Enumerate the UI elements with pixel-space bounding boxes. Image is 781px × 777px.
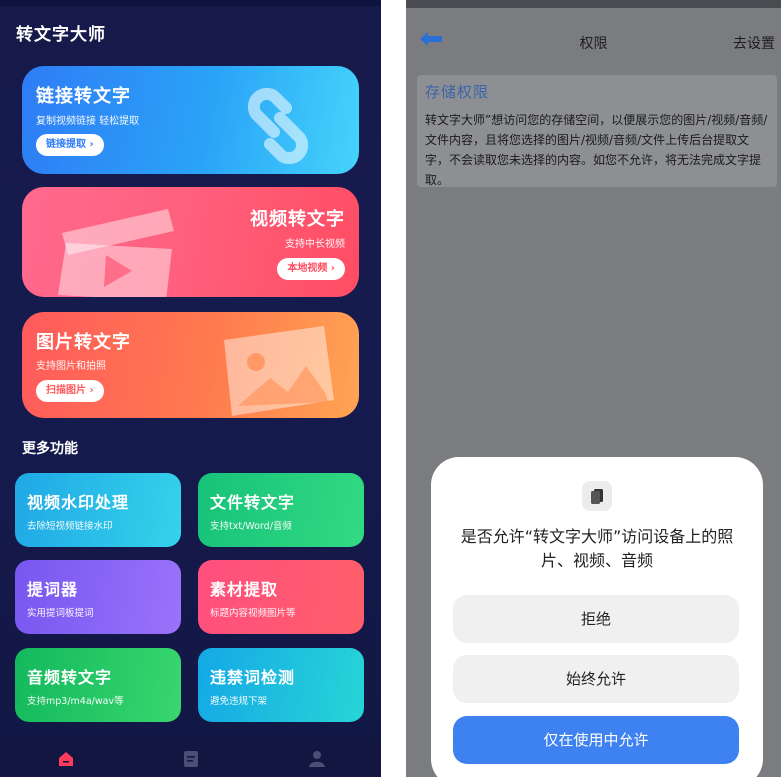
tile-teleprompter[interactable]: 提词器 实用提词板提词 [15,560,181,634]
screen: 转文字大师 链接转文字 复制视频链接 轻松提取 链接提取 › 视频转文字 支持中… [0,0,781,777]
scan-image-button[interactable]: 扫描图片 › [36,380,104,402]
tile-audio-to-text[interactable]: 音频转文字 支持mp3/m4a/wav等 [15,648,181,722]
tile-title: 素材提取 [210,580,279,599]
permission-screen: 权限 去设置 存储权限 转文字大师”想访问您的存储空间，以便展示您的图片/视频/… [406,0,781,777]
clapperboard-icon [58,209,174,297]
link-icon [247,87,309,165]
deny-button[interactable]: 拒绝 [453,595,739,643]
app-title: 转文字大师 [16,25,106,45]
card-title: 图片转文字 [36,332,131,353]
always-allow-button[interactable]: 始终允许 [453,655,739,703]
home-screen: 转文字大师 链接转文字 复制视频链接 轻松提取 链接提取 › 视频转文字 支持中… [0,0,381,777]
card-title: 链接转文字 [36,86,131,107]
link-to-text-card[interactable]: 链接转文字 复制视频链接 轻松提取 链接提取 › [22,66,359,174]
card-subtitle: 支持中长视频 [285,239,345,250]
profile-icon[interactable] [308,750,326,768]
go-to-settings-link[interactable]: 去设置 [733,33,775,53]
tile-title: 文件转文字 [210,493,296,512]
image-to-text-card[interactable]: 图片转文字 支持图片和拍照 扫描图片 › [22,312,359,418]
tile-banned-words[interactable]: 违禁词检测 避免违规下架 [198,648,364,722]
more-features-title: 更多功能 [22,441,78,457]
local-video-button[interactable]: 本地视频 › [277,258,345,280]
tile-subtitle: 支持mp3/m4a/wav等 [27,696,124,707]
permission-dialog: 是否允许“转文字大师”访问设备上的照片、视频、音频 拒绝 始终允许 仅在使用中允… [431,457,763,777]
allow-while-using-button[interactable]: 仅在使用中允许 [453,716,739,764]
link-extract-button[interactable]: 链接提取 › [36,134,104,156]
tile-material-extract[interactable]: 素材提取 标题内容视频图片等 [198,560,364,634]
tile-subtitle: 避免违规下架 [210,696,268,707]
tile-file-to-text[interactable]: 文件转文字 支持txt/Word/音频 [198,473,364,547]
status-bar [406,0,781,8]
tile-title: 违禁词检测 [210,668,296,687]
tile-subtitle: 实用提词板提词 [27,608,94,619]
tile-subtitle: 标题内容视频图片等 [210,608,296,619]
status-bar [0,0,381,6]
file-icon [582,481,612,511]
card-title: 视频转文字 [250,209,345,230]
page-title: 权限 [579,36,608,52]
card-subtitle: 复制视频链接 轻松提取 [36,116,140,127]
home-icon[interactable] [57,750,75,768]
video-to-text-card[interactable]: 视频转文字 支持中长视频 本地视频 › [22,187,359,297]
permission-title: 存储权限 [425,83,490,101]
tile-title: 音频转文字 [27,668,113,687]
tile-video-watermark[interactable]: 视频水印处理 去除短视频链接水印 [15,473,181,547]
image-icon [224,326,334,416]
tile-subtitle: 去除短视频链接水印 [27,521,113,532]
permission-description: 转文字大师”想访问您的存储空间，以便展示您的图片/视频/音频/文件内容，且将您选… [425,113,768,187]
tile-title: 视频水印处理 [27,493,130,512]
dialog-question: 是否允许“转文字大师”访问设备上的照片、视频、音频 [460,527,734,570]
tile-subtitle: 支持txt/Word/音频 [210,521,292,532]
bottom-nav [0,738,381,777]
permission-notice: 存储权限 转文字大师”想访问您的存储空间，以便展示您的图片/视频/音频/文件内容… [417,75,777,187]
tile-title: 提词器 [27,580,79,599]
card-subtitle: 支持图片和拍照 [36,361,106,372]
document-icon[interactable] [182,750,200,768]
